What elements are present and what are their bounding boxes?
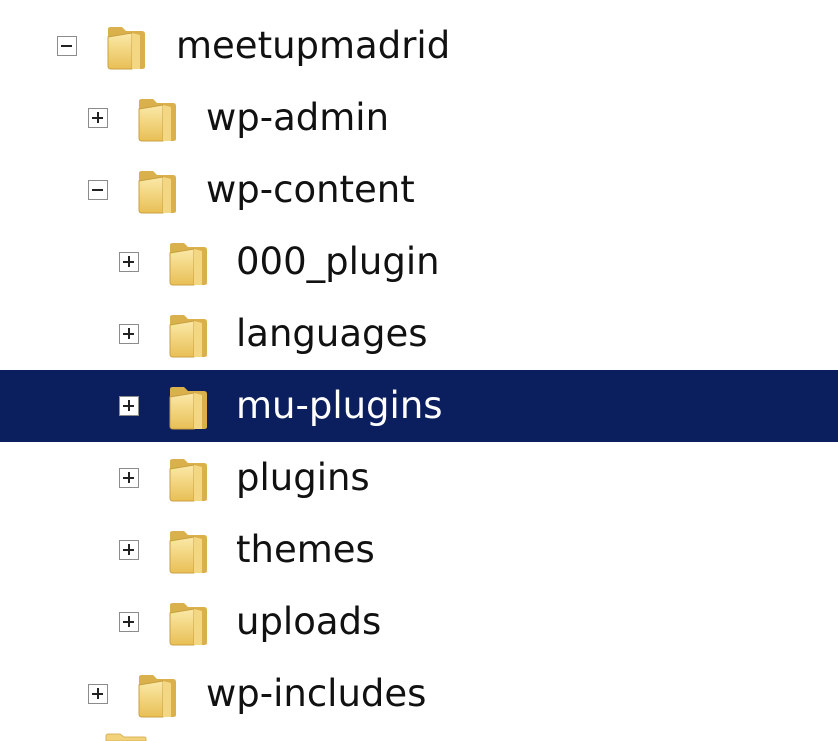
collapse-icon[interactable] [57,36,77,56]
expand-icon[interactable] [119,612,139,632]
tree-item-label: uploads [236,600,382,643]
tree-item-meetupmadrid[interactable]: meetupmadrid [0,10,838,82]
expand-icon[interactable] [119,252,139,272]
folder-icon [166,313,210,359]
folder-icon [135,97,179,143]
tree-item-wp-admin[interactable]: wp-admin [0,82,838,154]
tree-item-mu-plugins[interactable]: mu-plugins [0,370,838,442]
tree-item-label: themes [236,528,375,571]
expand-icon[interactable] [119,540,139,560]
tree-item-label: wp-includes [206,672,427,715]
folder-icon [105,733,147,741]
tree-item-wp-includes[interactable]: wp-includes [0,658,838,730]
tree-item-000-plugin[interactable]: 000_plugin [0,226,838,298]
folder-tree: meetupmadrid wp-admin wp-content 000_plu… [0,0,838,741]
tree-item-plugins[interactable]: plugins [0,442,838,514]
tree-item-label: 000_plugin [236,240,440,283]
tree-item-uploads[interactable]: uploads [0,586,838,658]
folder-icon [166,241,210,287]
expand-icon[interactable] [88,684,108,704]
folder-icon [135,169,179,215]
expand-icon[interactable] [119,396,139,416]
folder-icon [166,601,210,647]
folder-icon [166,529,210,575]
tree-item-label: languages [236,312,428,355]
tree-item-languages[interactable]: languages [0,298,838,370]
tree-item-label: wp-content [206,168,415,211]
tree-item-label: plugins [236,456,370,499]
tree-item-wp-content[interactable]: wp-content [0,154,838,226]
tree-item-themes[interactable]: themes [0,514,838,586]
expand-icon[interactable] [88,108,108,128]
folder-icon [135,673,179,719]
tree-item-label: mu-plugins [236,384,443,427]
collapse-icon[interactable] [88,180,108,200]
tree-item-label: wp-admin [206,96,390,139]
tree-item-label: meetupmadrid [176,24,451,67]
expand-icon[interactable] [119,468,139,488]
folder-icon [104,25,148,71]
folder-icon [166,385,210,431]
folder-icon [166,457,210,503]
expand-icon[interactable] [119,324,139,344]
